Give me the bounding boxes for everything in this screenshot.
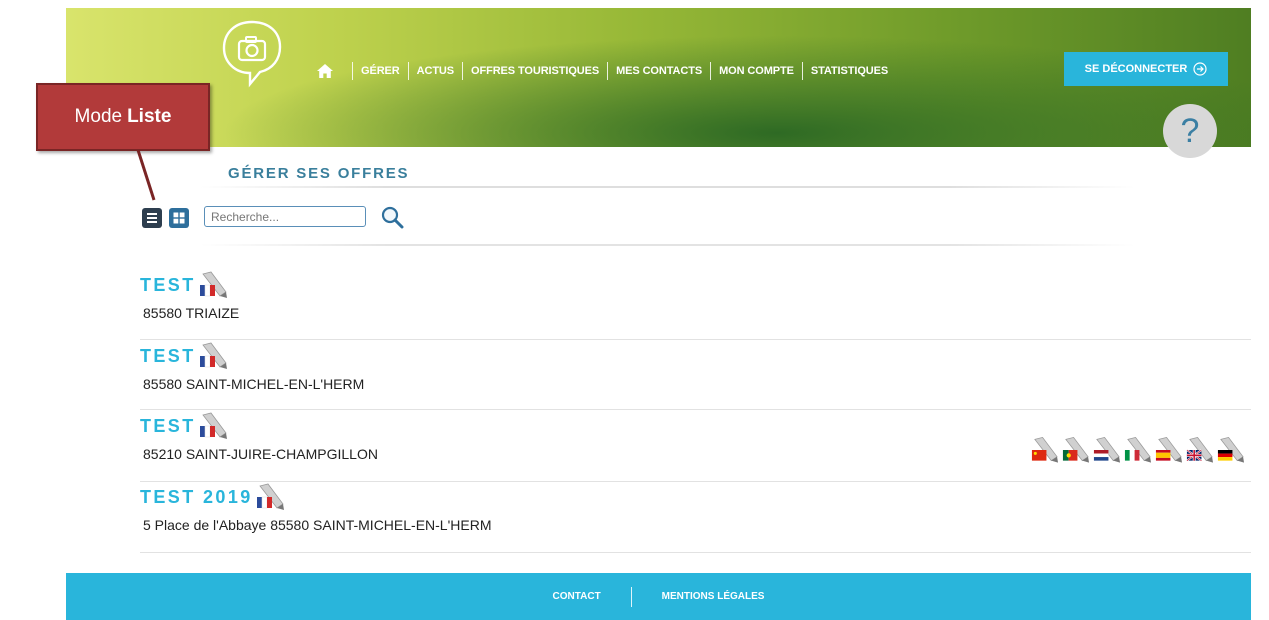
nav-separator	[801, 62, 803, 80]
page-title: GÉRER SES OFFRES	[228, 165, 410, 182]
search-input[interactable]	[204, 206, 366, 227]
nav-offres-touristiques[interactable]: OFFRES TOURISTIQUES	[471, 65, 599, 77]
offer-item: TEST 85580 TRIAIZE	[140, 271, 1251, 340]
offer-item: TEST 2019 5 Place de l'Abbaye 85580 SAIN…	[140, 483, 1251, 553]
divider	[200, 186, 1135, 188]
offer-address: 85580 SAINT-MICHEL-EN-L'HERM	[143, 376, 365, 392]
grid-view-button[interactable]	[169, 208, 189, 228]
help-icon: ?	[1180, 111, 1200, 150]
nav-actus[interactable]: ACTUS	[417, 65, 454, 77]
pencil-flag-icon[interactable]	[198, 342, 228, 370]
callout-pointer	[136, 150, 156, 201]
offer-name[interactable]: TEST	[140, 346, 196, 367]
callout-prefix: Mode	[74, 106, 123, 127]
logout-arrow-icon	[1193, 62, 1207, 76]
nav-separator	[607, 62, 609, 80]
camera-chat-logo-icon[interactable]	[216, 16, 288, 88]
home-icon[interactable]	[316, 63, 334, 79]
offer-divider	[140, 481, 1251, 482]
nav-separator	[407, 62, 409, 80]
logout-button[interactable]: SE DÉCONNECTER	[1064, 52, 1228, 86]
offer-divider	[140, 409, 1251, 410]
offer-divider	[140, 552, 1251, 553]
main-nav: GÉRER ACTUS OFFRES TOURISTIQUES MES CONT…	[316, 62, 888, 80]
footer-contact-link[interactable]: CONTACT	[553, 591, 601, 602]
offer-item: TEST 85580 SAINT-MICHEL-EN-L'HERM	[140, 342, 1251, 410]
footer: CONTACT MENTIONS LÉGALES	[66, 573, 1251, 620]
nav-statistiques[interactable]: STATISTIQUES	[811, 65, 888, 77]
nav-separator	[462, 62, 464, 80]
pencil-flag-cn-icon[interactable]	[1030, 436, 1059, 464]
header-banner: GÉRER ACTUS OFFRES TOURISTIQUES MES CONT…	[66, 8, 1251, 147]
pencil-flag-es-icon[interactable]	[1154, 436, 1183, 464]
offer-address: 85580 TRIAIZE	[143, 305, 240, 321]
nav-separator	[352, 62, 353, 80]
pencil-flag-nl-icon[interactable]	[1092, 436, 1121, 464]
pencil-flag-icon[interactable]	[255, 483, 285, 511]
offer-name[interactable]: TEST 2019	[140, 487, 253, 508]
offer-address: 5 Place de l'Abbaye 85580 SAINT-MICHEL-E…	[143, 517, 492, 533]
nav-gerer[interactable]: GÉRER	[361, 65, 400, 77]
pencil-flag-de-icon[interactable]	[1216, 436, 1245, 464]
pencil-flag-pt-icon[interactable]	[1061, 436, 1090, 464]
logout-label: SE DÉCONNECTER	[1084, 63, 1188, 75]
divider	[200, 244, 1135, 246]
pencil-flag-it-icon[interactable]	[1123, 436, 1152, 464]
nav-separator	[710, 62, 712, 80]
pencil-flag-gb-icon[interactable]	[1185, 436, 1214, 464]
pencil-flag-icon[interactable]	[198, 412, 228, 440]
translation-flags	[1030, 436, 1245, 464]
nav-mon-compte[interactable]: MON COMPTE	[719, 65, 794, 77]
list-view-icon	[147, 213, 157, 223]
offer-divider	[140, 339, 1251, 340]
footer-legal-link[interactable]: MENTIONS LÉGALES	[662, 591, 765, 602]
nav-mes-contacts[interactable]: MES CONTACTS	[616, 65, 702, 77]
offer-name[interactable]: TEST	[140, 275, 196, 296]
help-button[interactable]: ?	[1163, 104, 1217, 158]
search-icon[interactable]	[380, 205, 404, 229]
offer-item: TEST 85210 SAINT-JUIRE-CHAMPGILLON	[140, 412, 1251, 482]
footer-separator	[630, 586, 632, 607]
grid-view-icon	[173, 212, 185, 224]
callout-bold: Liste	[127, 106, 172, 127]
mode-liste-callout: Mode Liste	[36, 83, 210, 151]
offer-name[interactable]: TEST	[140, 416, 196, 437]
pencil-flag-icon[interactable]	[198, 271, 228, 299]
list-view-button[interactable]	[142, 208, 162, 228]
